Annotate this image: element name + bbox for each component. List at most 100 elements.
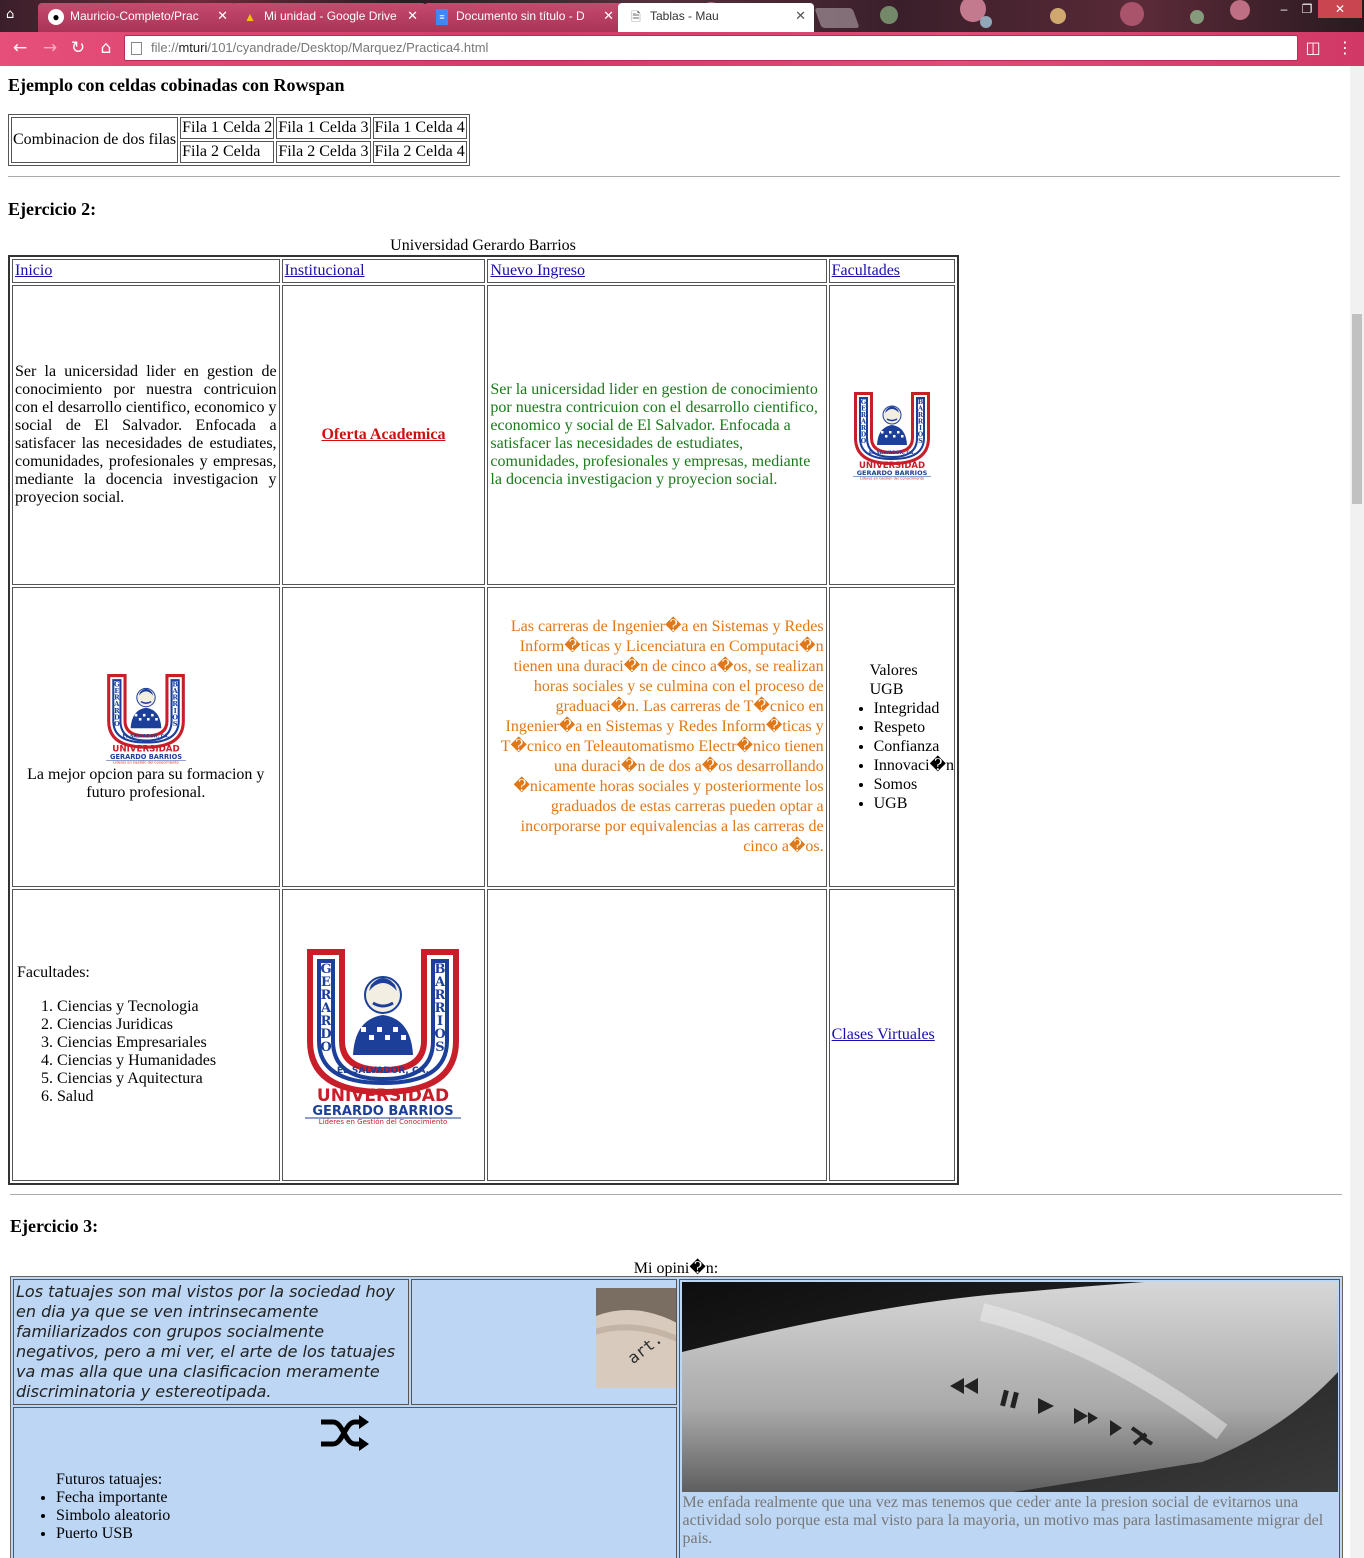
close-icon[interactable]: ✕ bbox=[603, 3, 614, 29]
nav-cell-institucional: Institucional bbox=[281, 259, 486, 283]
ugb-logo: GERARDOBARRIOSEL SALVADOR, CA.UNIVERSIDA… bbox=[105, 674, 186, 764]
oferta-cell: Oferta Academica bbox=[281, 285, 486, 585]
tab-github[interactable]: ● Mauricio-Completo/Prac ✕ bbox=[38, 3, 236, 32]
art-tattoo-image: art. bbox=[596, 1288, 677, 1388]
browser-toolbar: ← → ↻ ⌂ file://mturi/101/cyandrade/Deskt… bbox=[0, 32, 1364, 66]
page-icon: 🗎 bbox=[631, 10, 641, 24]
home-icon[interactable]: ⌂ bbox=[94, 36, 118, 60]
table-cell: Fila 1 Celda 4 bbox=[372, 117, 467, 139]
rowspan-table: Combinacion de dos filas Fila 1 Celda 2 … bbox=[8, 114, 470, 166]
future-list: Fecha importanteSimbolo aleatorioPuerto … bbox=[16, 1489, 674, 1543]
future-tattoo-item: Fecha importante bbox=[56, 1489, 674, 1507]
opinion-table: Los tatuajes son mal vistos por la socie… bbox=[10, 1276, 1343, 1558]
tab-strip: ⌂ ● Mauricio-Completo/Prac ✕ ▲ Mi unidad… bbox=[0, 0, 1364, 32]
logo-cell-large: G E R A R D O B A R R I O S EL SALVADOR, CA. UNIVERSIDA… bbox=[281, 889, 486, 1181]
shuffle-icon bbox=[321, 1415, 370, 1451]
mission-cell: Ser la unicersidad lider en gestion de c… bbox=[12, 285, 280, 585]
table-cell: Fila 2 Celda 4 bbox=[372, 141, 467, 163]
github-icon: ● bbox=[48, 9, 64, 25]
value-item: Integridad bbox=[874, 699, 954, 718]
minimize-button[interactable]: – bbox=[1272, 0, 1296, 18]
art-tattoo-cell: art. bbox=[411, 1279, 678, 1405]
new-tab-button[interactable] bbox=[814, 8, 860, 28]
values-list: IntegridadRespetoConfianzaInnovaci�nSomo… bbox=[832, 699, 954, 813]
menu-icon[interactable]: ⋮ bbox=[1334, 37, 1356, 59]
tab-tablas[interactable]: 🗎 Tablas - Mau ✕ bbox=[618, 3, 814, 32]
nav-cell-inicio: Inicio bbox=[12, 259, 280, 283]
table-cell: Fila 2 Celda bbox=[180, 141, 275, 163]
ugb-logo: GERARDOBARRIOSEL SALVADOR, CA.UNIVERSIDA… bbox=[305, 949, 462, 1125]
opinion-text: Los tatuajes son mal vistos por la socie… bbox=[16, 1282, 396, 1401]
divider bbox=[10, 1194, 1342, 1195]
back-icon[interactable]: ← bbox=[8, 36, 32, 60]
value-item: Innovaci�n bbox=[874, 756, 954, 775]
close-icon[interactable]: ✕ bbox=[795, 3, 806, 29]
nav-link-facultades[interactable]: Facultades bbox=[832, 262, 900, 279]
tab-google-drive[interactable]: ▲ Mi unidad - Google Drive ✕ bbox=[232, 3, 426, 32]
svg-text:O: O bbox=[860, 437, 866, 445]
close-icon[interactable]: ✕ bbox=[407, 3, 418, 29]
faculty-item: Salud bbox=[57, 1088, 275, 1106]
window-close-button[interactable]: ✕ bbox=[1318, 0, 1362, 18]
page-icon bbox=[131, 42, 142, 55]
future-title: Futuros tatuajes: bbox=[56, 1471, 163, 1488]
scrollbar-thumb[interactable] bbox=[1352, 314, 1362, 504]
mission-text: Ser la unicersidad lider en gestion de c… bbox=[15, 363, 277, 506]
oferta-academica-link[interactable]: Oferta Academica bbox=[321, 426, 445, 443]
opinion-cell: Los tatuajes son mal vistos por la socie… bbox=[13, 1279, 410, 1405]
address-bar[interactable]: file://mturi/101/cyandrade/Desktop/Marqu… bbox=[124, 35, 1298, 61]
faculty-item: Ciencias y Humanidades bbox=[57, 1052, 275, 1070]
svg-text:O: O bbox=[114, 720, 120, 728]
careers-text: Las carreras de Ingenier�a en Sistemas y… bbox=[500, 618, 824, 855]
svg-text:Líderes en Gestión del Conocim: Líderes en Gestión del Conocimiento bbox=[319, 1118, 448, 1125]
faculties-list: Ciencias y TecnologiaCiencias JuridicasC… bbox=[17, 998, 275, 1106]
extension-icon[interactable]: ◫ bbox=[1302, 37, 1324, 59]
section3-heading: Ejercicio 3: bbox=[10, 1216, 99, 1236]
clases-virtuales-link[interactable]: Clases Virtuales bbox=[832, 1026, 935, 1043]
nav-link-nuevo-ingreso[interactable]: Nuevo Ingreso bbox=[490, 262, 585, 279]
faculty-item: Ciencias y Aquitectura bbox=[57, 1070, 275, 1088]
tattoo-photo-cell: Me enfada realmente que una vez mas tene… bbox=[679, 1279, 1340, 1558]
value-item: UGB bbox=[874, 794, 954, 813]
restore-button[interactable]: ❐ bbox=[1296, 0, 1318, 18]
merged-cell: Combinacion de dos filas bbox=[11, 117, 179, 163]
values-title: Valores UGB bbox=[869, 662, 918, 698]
svg-text:EL SALVADOR, CA.: EL SALVADOR, CA. bbox=[869, 450, 915, 456]
table-cell: Fila 2 Celda 3 bbox=[276, 141, 371, 163]
careers-cell: Las carreras de Ingenier�a en Sistemas y… bbox=[487, 587, 827, 887]
scrollbar[interactable] bbox=[1350, 66, 1364, 1558]
value-item: Respeto bbox=[874, 718, 954, 737]
tab-google-docs[interactable]: ≡ Documento sin título - D ✕ bbox=[424, 3, 622, 32]
svg-text:EL SALVADOR, CA.: EL SALVADOR, CA. bbox=[122, 733, 169, 739]
svg-text:S: S bbox=[918, 437, 923, 445]
reload-icon[interactable]: ↻ bbox=[66, 36, 90, 60]
close-icon[interactable]: ✕ bbox=[217, 3, 228, 29]
incognito-icon: ⌂ bbox=[6, 7, 15, 22]
section2-heading: Ejercicio 2: bbox=[8, 199, 97, 219]
nav-link-inicio[interactable]: Inicio bbox=[15, 262, 52, 279]
mission-green-cell: Ser la unicersidad lider en gestion de c… bbox=[487, 285, 827, 585]
logo-cell-small: G E R A R D O B A R R I O S EL SALVADOR, CA. UNIVERSIDA… bbox=[828, 285, 955, 585]
page-content: Ejemplo con celdas cobinadas con Rowspan… bbox=[0, 66, 1350, 1558]
value-item: Confianza bbox=[874, 737, 954, 756]
value-item: Somos bbox=[874, 775, 954, 794]
svg-text:O: O bbox=[321, 1040, 332, 1055]
faculty-item: Ciencias y Tecnologia bbox=[57, 998, 275, 1016]
google-drive-icon: ▲ bbox=[244, 10, 256, 24]
faculties-cell: Facultades: Ciencias y TecnologiaCiencia… bbox=[12, 889, 280, 1181]
svg-text:UNIVERSIDAD: UNIVERSIDAD bbox=[317, 1086, 449, 1106]
table-caption: Mi opini�n: bbox=[633, 1260, 719, 1277]
forward-icon[interactable]: → bbox=[38, 36, 62, 60]
table-cell: Fila 1 Celda 2 bbox=[180, 117, 275, 139]
svg-text:Líderes en Gestión del Conocim: Líderes en Gestión del Conocimiento bbox=[113, 760, 178, 764]
future-tattoo-item: Puerto USB bbox=[56, 1525, 674, 1543]
browser-chrome: ⌂ ● Mauricio-Completo/Prac ✕ ▲ Mi unidad… bbox=[0, 0, 1364, 66]
wrist-tattoo-image bbox=[682, 1282, 1339, 1492]
svg-text:S: S bbox=[173, 720, 178, 728]
svg-text:GERARDO BARRIOS: GERARDO BARRIOS bbox=[856, 469, 927, 477]
nav-link-institucional[interactable]: Institucional bbox=[285, 262, 365, 279]
section1-heading: Ejemplo con celdas cobinadas con Rowspan bbox=[8, 75, 345, 95]
faculty-item: Ciencias Empresariales bbox=[57, 1034, 275, 1052]
svg-text:EL SALVADOR, CA.: EL SALVADOR, CA. bbox=[337, 1066, 429, 1076]
faculties-title: Facultades: bbox=[17, 964, 90, 981]
